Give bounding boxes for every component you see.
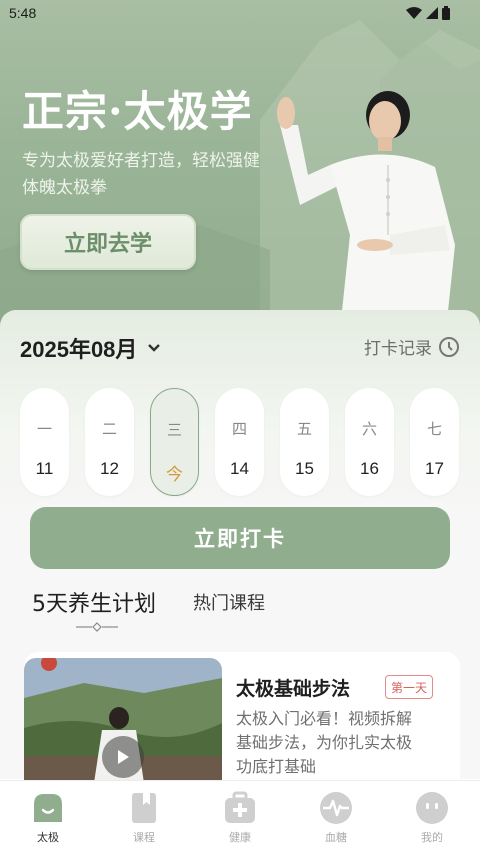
taiji-home-icon: [34, 794, 62, 822]
hero-title: 正宗·太极学: [22, 87, 253, 136]
day-mon[interactable]: 一 11: [20, 388, 69, 496]
day-wed-today[interactable]: 三 今: [150, 388, 199, 496]
weekday-label: 二: [101, 420, 117, 438]
tab-5day-plan[interactable]: 5天养生计划: [32, 586, 156, 618]
month-selector[interactable]: 2025年08月: [20, 332, 161, 364]
status-icons: [406, 6, 450, 20]
date-label: 12: [100, 459, 119, 478]
start-learning-label: 立即去学: [63, 232, 152, 257]
taichi-instructor-image: [277, 91, 455, 330]
course-card[interactable]: 太极基础步法 第一天 太极入门必看！视频拆解基础步法，为你扎实太极功底打基础: [24, 652, 460, 792]
weekday-label: 四: [231, 420, 247, 438]
weekday-label: 三: [166, 421, 182, 439]
battery-icon: [442, 6, 450, 20]
day-sun[interactable]: 七 17: [410, 388, 459, 496]
bookmark-icon: [132, 793, 156, 823]
start-learning-button[interactable]: 立即去学: [20, 214, 196, 270]
date-label: 今: [166, 465, 183, 484]
signal-icon: [426, 7, 438, 19]
nav-profile[interactable]: 我的: [384, 781, 480, 854]
day-thu[interactable]: 四 14: [215, 388, 264, 496]
nav-label: 太极: [37, 831, 59, 844]
course-description: 太极入门必看！视频拆解基础步法，为你扎实太极功底打基础: [236, 709, 413, 776]
hero-subtitle: 专为太极爱好者打造，轻松强健体魄太极拳: [22, 151, 260, 198]
bottom-navigation: 太极 课程 健康 血糖 我的: [0, 780, 480, 854]
weekday-label: 七: [426, 420, 442, 438]
day-sat[interactable]: 六 16: [345, 388, 394, 496]
clock-icon: [439, 336, 459, 357]
checkin-button[interactable]: 立即打卡: [30, 507, 450, 569]
weekday-label: 六: [361, 420, 377, 438]
tab-indicator-ornament: [76, 622, 118, 632]
hero-banner[interactable]: 正宗·太极学 专为太极爱好者打造，轻松强健体魄太极拳 立即去学: [0, 0, 480, 330]
date-label: 14: [230, 459, 249, 478]
date-label: 11: [35, 459, 54, 478]
nav-label: 课程: [133, 831, 155, 844]
play-icon: [118, 750, 129, 764]
checkin-card: 2025年08月 打卡记录 一 11 二 12 三 今 四 14 五 15 六 …: [0, 310, 480, 792]
week-strip: 一 11 二 12 三 今 四 14 五 15 六 16 七 17: [20, 388, 460, 496]
weekday-label: 五: [296, 420, 312, 438]
date-label: 16: [360, 459, 379, 478]
nav-label: 我的: [421, 831, 443, 844]
course-title: 太极基础步法: [236, 678, 351, 700]
weekday-label: 一: [36, 420, 52, 438]
checkin-label: 立即打卡: [194, 527, 286, 551]
date-label: 15: [295, 459, 314, 478]
status-time: 5:48: [9, 5, 37, 21]
day-badge: 第一天: [385, 675, 433, 699]
nav-label: 健康: [229, 831, 251, 844]
medical-kit-icon: [225, 791, 255, 823]
nav-blood-sugar[interactable]: 血糖: [288, 781, 384, 854]
course-tabs: 5天养生计划 热门课程: [32, 586, 452, 636]
checkin-record-link[interactable]: 打卡记录: [364, 334, 460, 359]
date-label: 17: [425, 459, 444, 478]
chevron-down-icon: [148, 344, 161, 352]
wifi-icon: [406, 7, 422, 19]
pulse-icon: [320, 792, 352, 824]
nav-label: 血糖: [325, 831, 347, 844]
profile-face-icon: [416, 792, 448, 824]
nav-health[interactable]: 健康: [192, 781, 288, 854]
record-label: 打卡记录: [364, 339, 432, 359]
nav-taiji[interactable]: 太极: [0, 781, 96, 854]
day-tue[interactable]: 二 12: [85, 388, 134, 496]
nav-courses[interactable]: 课程: [96, 781, 192, 854]
course-thumbnail[interactable]: [24, 658, 222, 783]
status-bar: 5:48: [0, 0, 480, 28]
month-label: 2025年08月: [20, 337, 138, 362]
play-button[interactable]: [102, 736, 144, 778]
day-fri[interactable]: 五 15: [280, 388, 329, 496]
tab-hot-courses[interactable]: 热门课程: [193, 589, 265, 615]
